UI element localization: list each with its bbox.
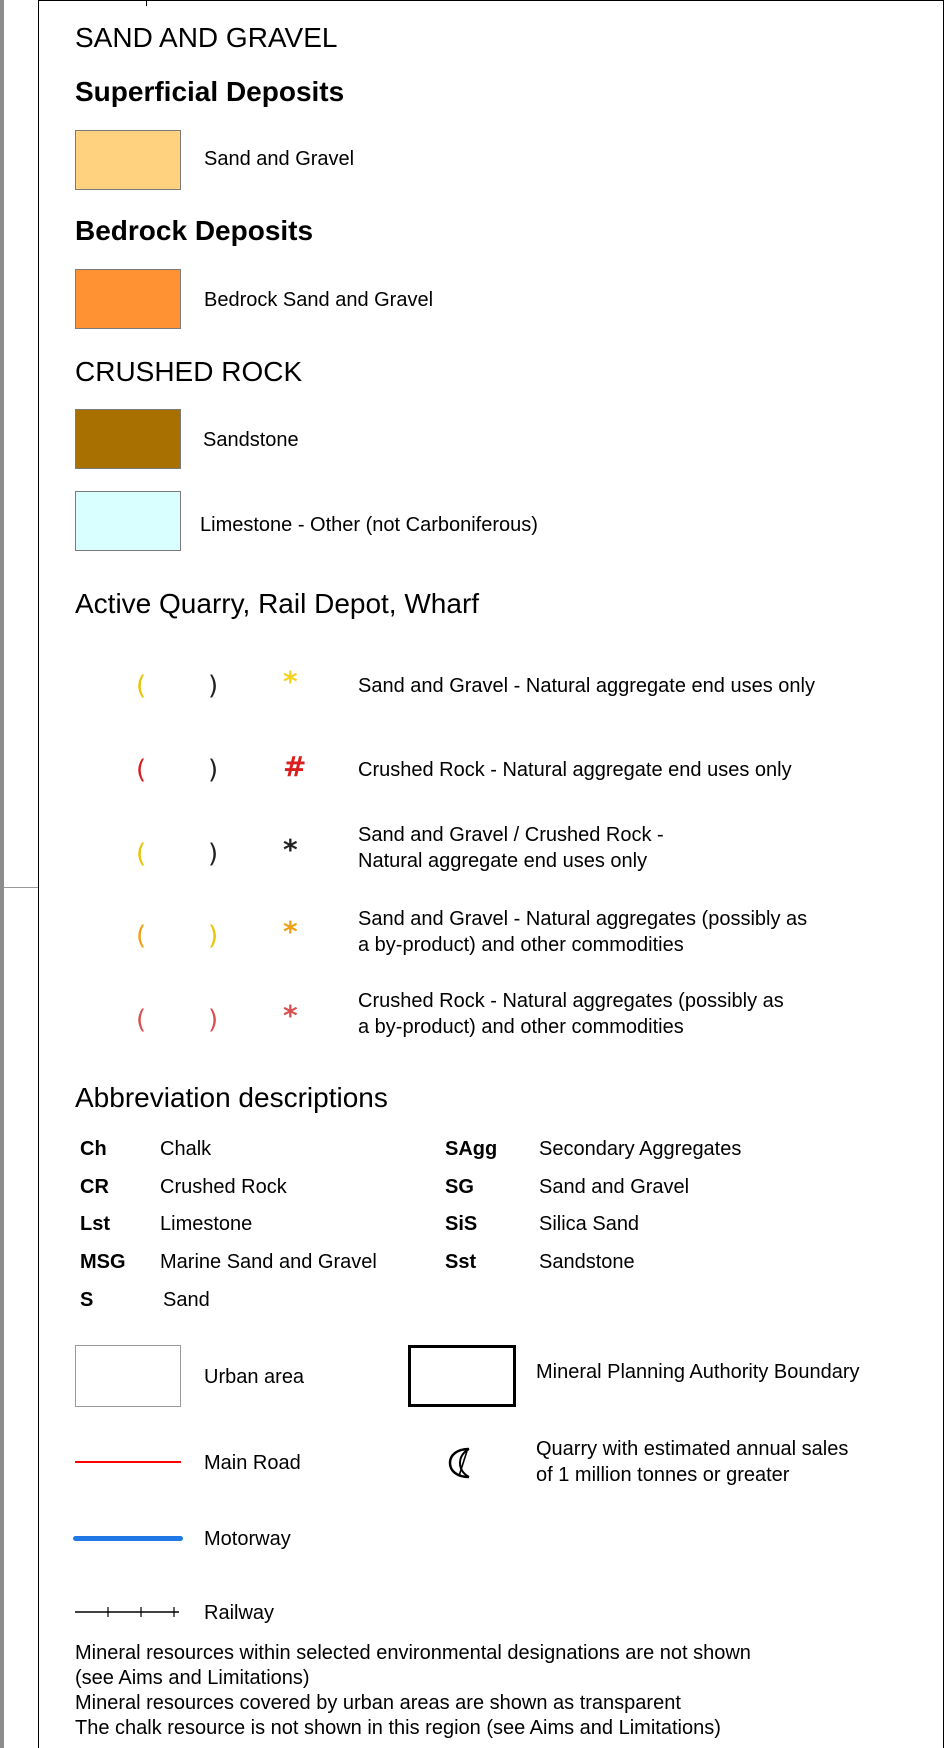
railway-line (75, 1605, 183, 1619)
frame-tick (4, 887, 38, 888)
abbr-code: CR (80, 1176, 109, 1198)
label-limestone-other: Limestone - Other (not Carboniferous) (200, 514, 538, 536)
rail-depot-icon: ) (208, 839, 219, 869)
heading-sand-and-gravel: SAND AND GRAVEL (75, 22, 338, 53)
note-line: Mineral resources within selected enviro… (75, 1642, 751, 1664)
heading-active-quarry: Active Quarry, Rail Depot, Wharf (75, 588, 480, 619)
quarry-type-label: Crushed Rock - Natural aggregates (possi… (358, 990, 784, 1012)
label-sand-gravel: Sand and Gravel (204, 148, 355, 170)
wharf-icon: * (283, 665, 298, 698)
swatch-sandstone (75, 409, 181, 469)
abbr-code: MSG (80, 1251, 126, 1273)
label-bedrock-sand-gravel: Bedrock Sand and Gravel (204, 289, 434, 311)
label-mpa-boundary: Mineral Planning Authority Boundary (536, 1361, 860, 1383)
rail-depot-icon: ) (208, 921, 219, 951)
label-large-quarry-line1: Quarry with estimated annual sales (536, 1438, 849, 1460)
heading-bedrock-deposits: Bedrock Deposits (75, 215, 314, 246)
quarry-type-label: Crushed Rock - Natural aggregate end use… (358, 759, 792, 781)
note-line: The chalk resource is not shown in this … (75, 1717, 721, 1739)
abbr-desc: Sand and Gravel (539, 1176, 690, 1198)
rail-depot-icon: ) (208, 755, 219, 785)
top-tick (146, 0, 147, 6)
quarry-icon: ( (136, 839, 147, 869)
heading-superficial-deposits: Superficial Deposits (75, 76, 345, 107)
wharf-icon: * (283, 999, 298, 1032)
wharf-icon: * (283, 915, 298, 948)
wharf-icon: # (283, 750, 307, 783)
abbr-code: Sst (445, 1251, 477, 1273)
quarry-type-label-line2: a by-product) and other commodities (358, 934, 684, 956)
abbr-code: S (80, 1289, 94, 1311)
rail-depot-icon: ) (208, 671, 219, 701)
quarry-icon: ( (136, 1005, 147, 1035)
quarry-type-label-line2: Natural aggregate end uses only (358, 850, 648, 872)
quarry-icon: ( (136, 921, 147, 951)
abbr-desc: Chalk (160, 1138, 212, 1160)
mpa-boundary-symbol (408, 1345, 516, 1407)
abbr-desc: Crushed Rock (160, 1176, 287, 1198)
abbr-desc: Sand (163, 1289, 210, 1311)
note-line: (see Aims and Limitations) (75, 1667, 310, 1689)
abbr-code: SG (445, 1176, 474, 1198)
abbr-desc: Marine Sand and Gravel (160, 1251, 377, 1273)
heading-abbreviations: Abbreviation descriptions (75, 1082, 388, 1113)
abbr-desc: Limestone (160, 1213, 253, 1235)
heading-crushed-rock: CRUSHED ROCK (75, 356, 303, 387)
abbr-code: Lst (80, 1213, 110, 1235)
quarry-type-label-line2: a by-product) and other commodities (358, 1016, 684, 1038)
label-large-quarry-line2: of 1 million tonnes or greater (536, 1464, 790, 1486)
large-quarry-icon (447, 1446, 477, 1480)
quarry-type-label: Sand and Gravel / Crushed Rock - (358, 824, 664, 846)
label-sandstone: Sandstone (203, 429, 299, 451)
rail-depot-icon: ) (208, 1005, 219, 1035)
quarry-type-label: Sand and Gravel - Natural aggregate end … (358, 675, 815, 697)
abbr-desc: Sandstone (539, 1251, 635, 1273)
swatch-bedrock-sand-gravel (75, 269, 181, 329)
quarry-type-label: Sand and Gravel - Natural aggregates (po… (358, 908, 808, 930)
motorway-line (73, 1536, 183, 1541)
note-line: Mineral resources covered by urban areas… (75, 1692, 681, 1714)
swatch-sand-gravel (75, 130, 181, 190)
wharf-icon: * (283, 833, 298, 866)
legend-panel (38, 0, 944, 1748)
abbr-desc: Silica Sand (539, 1213, 640, 1235)
label-railway: Railway (204, 1602, 275, 1624)
label-main-road: Main Road (204, 1452, 301, 1474)
main-road-line (75, 1461, 181, 1463)
abbr-desc: Secondary Aggregates (539, 1138, 742, 1160)
swatch-urban-area (75, 1345, 181, 1407)
abbr-code: SAgg (445, 1138, 498, 1160)
label-urban-area: Urban area (204, 1366, 305, 1388)
quarry-icon: ( (136, 671, 147, 701)
label-motorway: Motorway (204, 1528, 291, 1550)
swatch-limestone-other (75, 491, 181, 551)
abbr-code: Ch (80, 1138, 107, 1160)
left-frame-bar (0, 0, 4, 1748)
quarry-icon: ( (136, 755, 147, 785)
abbr-code: SiS (445, 1213, 478, 1235)
